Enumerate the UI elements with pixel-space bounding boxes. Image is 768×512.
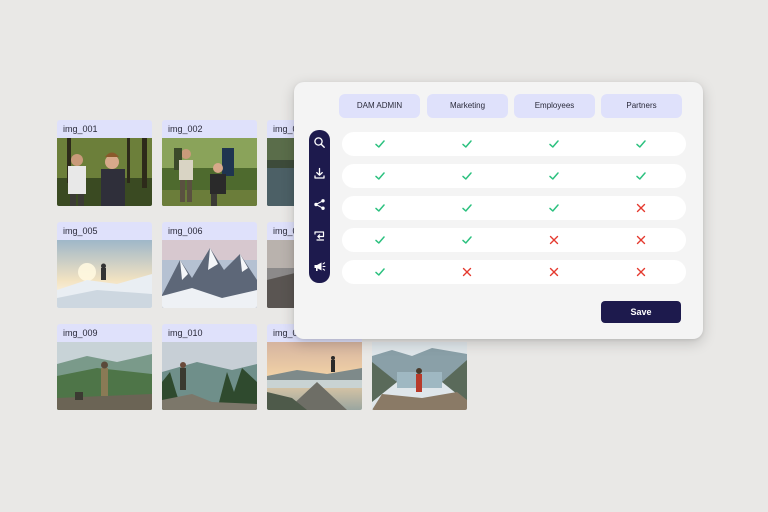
- asset-thumbnail[interactable]: [162, 138, 257, 206]
- asset-title: img_010: [162, 324, 257, 342]
- cross-icon[interactable]: [634, 233, 648, 247]
- check-icon[interactable]: [460, 233, 474, 247]
- permissions-panel: DAM ADMIN Marketing Employees Partners S…: [294, 82, 703, 339]
- asset-thumbnail[interactable]: [57, 138, 152, 206]
- asset-card[interactable]: img_006: [162, 222, 257, 311]
- asset-title: img_006: [162, 222, 257, 240]
- asset-title: img_002: [162, 120, 257, 138]
- permission-row-repeat: [342, 228, 686, 252]
- check-icon[interactable]: [373, 233, 387, 247]
- cross-icon[interactable]: [460, 265, 474, 279]
- asset-thumbnail[interactable]: [162, 342, 257, 410]
- cross-icon[interactable]: [547, 265, 561, 279]
- cross-icon[interactable]: [634, 265, 648, 279]
- permission-row-share: [342, 196, 686, 220]
- asset-thumbnail[interactable]: [162, 240, 257, 308]
- check-icon[interactable]: [373, 137, 387, 151]
- share-icon[interactable]: [312, 197, 327, 212]
- asset-card[interactable]: img_002: [162, 120, 257, 209]
- asset-title: img_001: [57, 120, 152, 138]
- asset-thumbnail[interactable]: [267, 342, 362, 410]
- asset-card[interactable]: img_001: [57, 120, 152, 209]
- asset-card[interactable]: img_005: [57, 222, 152, 311]
- repeat-icon[interactable]: [312, 228, 327, 243]
- asset-thumbnail[interactable]: [372, 342, 467, 410]
- asset-thumbnail[interactable]: [57, 342, 152, 410]
- check-icon[interactable]: [460, 201, 474, 215]
- asset-thumbnail[interactable]: [57, 240, 152, 308]
- asset-card[interactable]: img_009: [57, 324, 152, 413]
- permission-row-download: [342, 164, 686, 188]
- asset-card[interactable]: img_010: [162, 324, 257, 413]
- asset-title: img_005: [57, 222, 152, 240]
- check-icon[interactable]: [373, 265, 387, 279]
- check-icon[interactable]: [373, 169, 387, 183]
- check-icon[interactable]: [547, 169, 561, 183]
- search-icon[interactable]: [312, 135, 327, 150]
- cross-icon[interactable]: [634, 201, 648, 215]
- permission-row-megaphone: [342, 260, 686, 284]
- check-icon[interactable]: [460, 137, 474, 151]
- action-sidebar: [309, 130, 330, 283]
- role-header-marketing[interactable]: Marketing: [427, 94, 508, 118]
- permission-row-search: [342, 132, 686, 156]
- megaphone-icon[interactable]: [312, 259, 327, 274]
- check-icon[interactable]: [634, 137, 648, 151]
- check-icon[interactable]: [547, 201, 561, 215]
- download-icon[interactable]: [312, 166, 327, 181]
- asset-card[interactable]: [372, 342, 467, 410]
- asset-title: img_009: [57, 324, 152, 342]
- check-icon[interactable]: [373, 201, 387, 215]
- role-header-dam-admin[interactable]: DAM ADMIN: [339, 94, 420, 118]
- check-icon[interactable]: [547, 137, 561, 151]
- role-header-partners[interactable]: Partners: [601, 94, 682, 118]
- cross-icon[interactable]: [547, 233, 561, 247]
- check-icon[interactable]: [634, 169, 648, 183]
- role-header-employees[interactable]: Employees: [514, 94, 595, 118]
- save-button[interactable]: Save: [601, 301, 681, 323]
- check-icon[interactable]: [460, 169, 474, 183]
